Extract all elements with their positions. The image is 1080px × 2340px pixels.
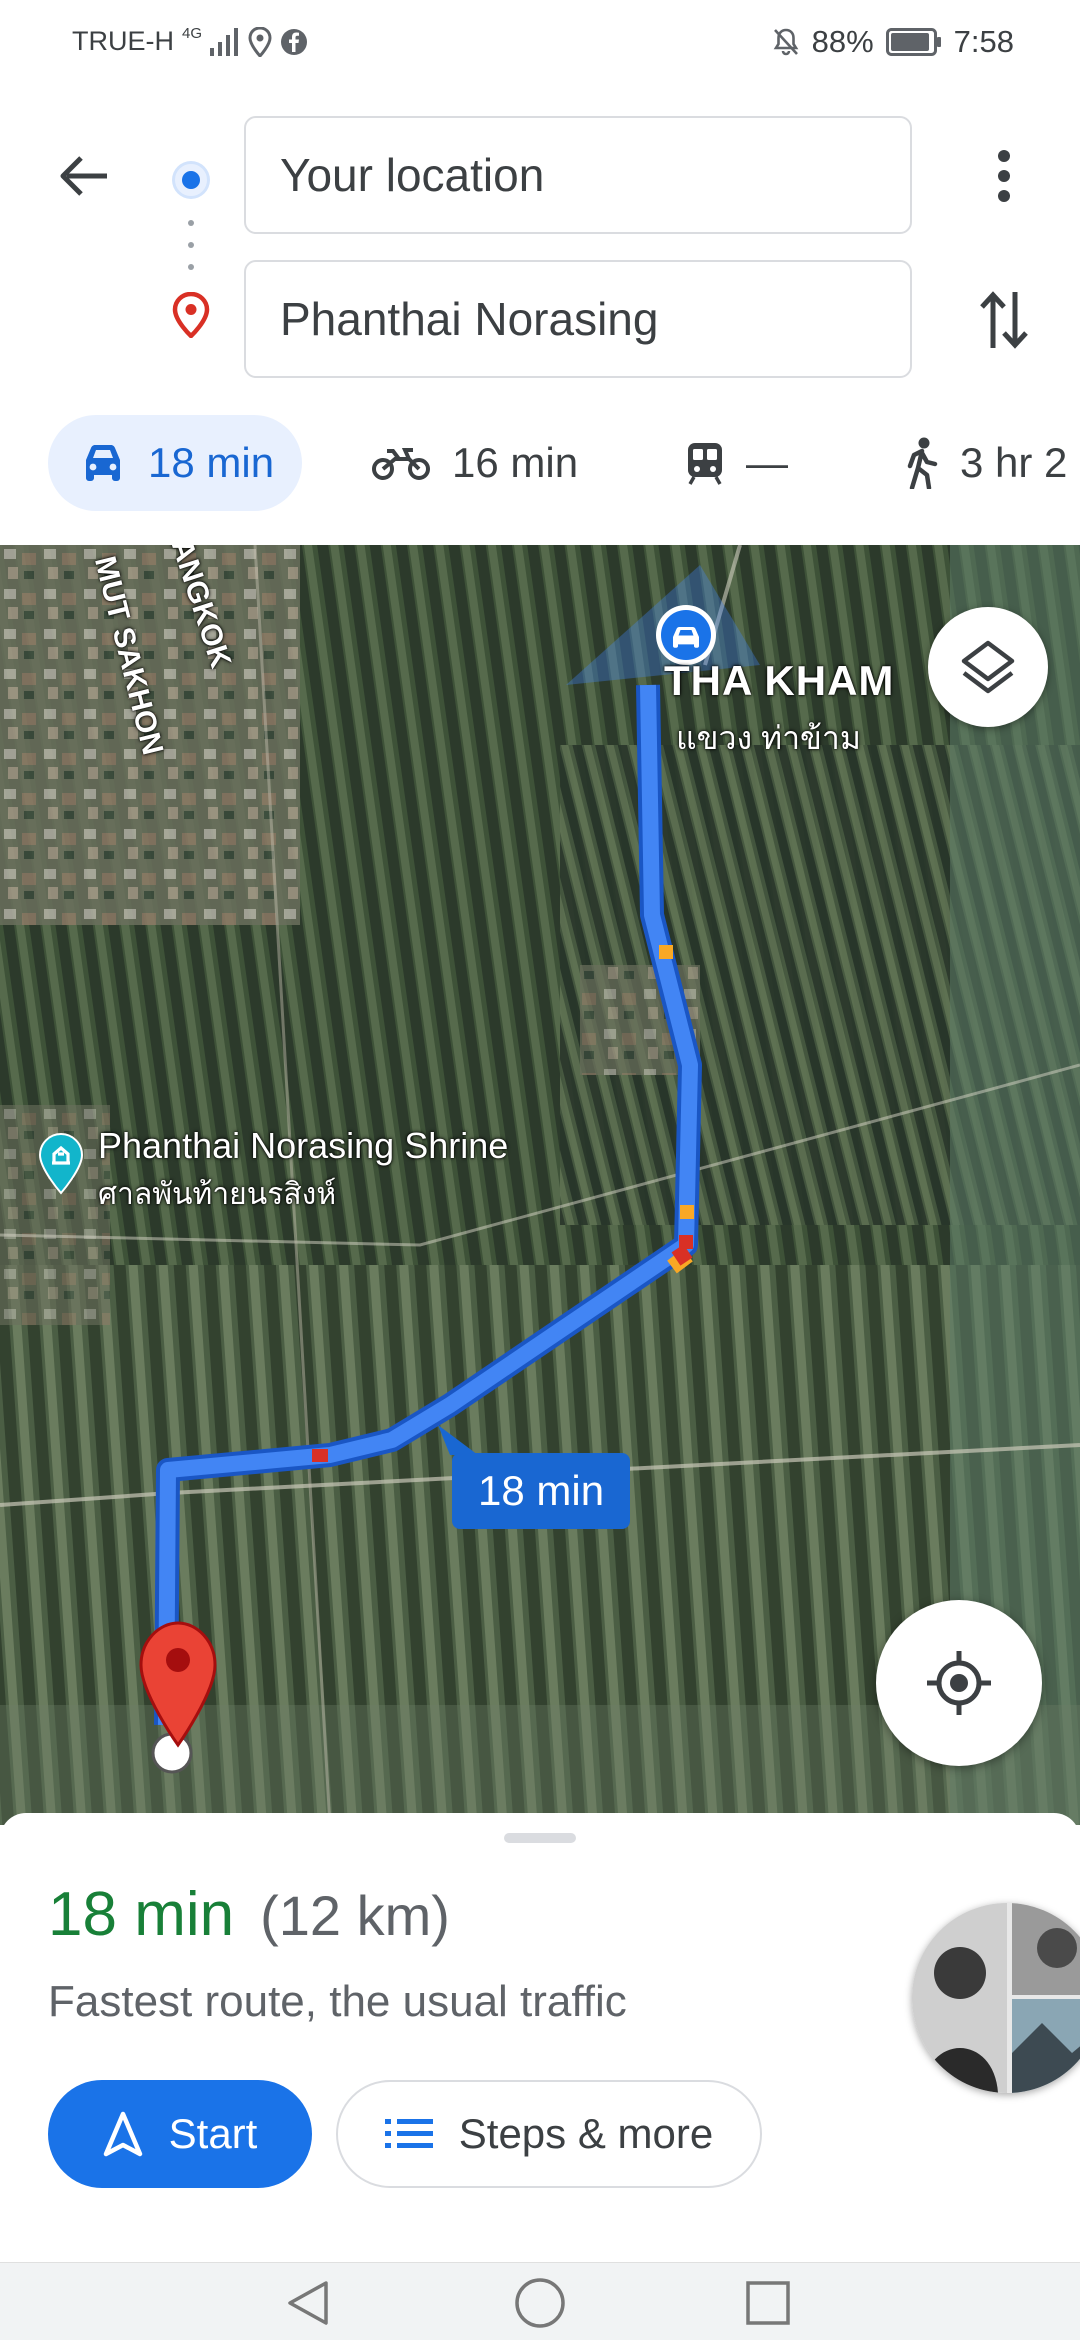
train-icon xyxy=(688,443,722,485)
nav-home-button[interactable] xyxy=(510,2275,570,2331)
drag-handle[interactable] xyxy=(504,1833,576,1843)
travel-modes: 18 min 16 min — 3 hr 2 xyxy=(0,415,1080,515)
steps-button-label: Steps & more xyxy=(458,2110,714,2157)
origin-field[interactable]: Your location xyxy=(244,116,912,234)
battery-percent: 88% xyxy=(811,24,874,59)
battery-icon xyxy=(885,28,941,56)
status-left: TRUE-H 4G xyxy=(72,25,308,57)
my-location-button[interactable] xyxy=(876,1600,1042,1766)
steps-and-more-button[interactable]: Steps & more xyxy=(336,2080,762,2188)
destination-field[interactable]: Phanthai Norasing xyxy=(244,260,912,378)
mode-transit[interactable]: — xyxy=(686,415,788,511)
square-recents-icon xyxy=(746,2281,790,2325)
start-button-label: Start xyxy=(168,2110,258,2157)
circle-home-icon xyxy=(515,2278,565,2328)
status-bar: TRUE-H 4G 88% 7:58 xyxy=(0,0,1080,90)
clock: 7:58 xyxy=(953,24,1014,59)
area-label: THA KHAM xyxy=(664,657,895,704)
motorcycle-icon xyxy=(372,448,430,480)
route-description: Fastest route, the usual traffic xyxy=(48,1977,627,2026)
status-right: 88% 7:58 xyxy=(772,24,1014,60)
triangle-back-icon xyxy=(288,2281,328,2325)
carrier-label: TRUE-H xyxy=(72,26,174,56)
swap-button[interactable] xyxy=(968,284,1040,356)
walk-icon xyxy=(907,437,938,489)
area-label-thai: แขวง ท่าข้าม xyxy=(676,720,861,756)
system-nav-bar xyxy=(0,2262,1080,2340)
navigation-arrow-icon xyxy=(103,2111,142,2157)
nav-back-button[interactable] xyxy=(278,2275,338,2331)
poi-label-thai: ศาลพันท้ายนรสิงห์ xyxy=(98,1178,337,1211)
trip-distance: (12 km) xyxy=(260,1884,450,1947)
mode-motorcycle-label: 16 min xyxy=(452,439,579,486)
more-options-button[interactable] xyxy=(968,140,1040,212)
back-button[interactable] xyxy=(48,140,120,212)
mode-walk[interactable]: 3 hr 2 xyxy=(904,415,1067,511)
mode-drive-label: 18 min xyxy=(148,439,275,486)
trip-duration: 18 min xyxy=(48,1880,235,1949)
list-icon xyxy=(384,2119,433,2148)
poi-label[interactable]: Phanthai Norasing Shrine xyxy=(98,1125,508,1167)
more-vert-icon xyxy=(998,150,1010,202)
mode-motorcycle[interactable]: 16 min xyxy=(372,415,578,511)
bell-off-icon xyxy=(773,28,798,56)
user-photo-icon xyxy=(912,1903,1080,2093)
layers-icon xyxy=(961,640,1015,694)
signal-icon xyxy=(210,27,239,56)
route-summary: 18 min (12 km) xyxy=(48,1879,450,1950)
facebook-icon xyxy=(281,28,308,55)
shrine-pin-icon[interactable] xyxy=(38,1133,84,1195)
mode-walk-label: 3 hr 2 xyxy=(960,439,1068,486)
origin-dot-icon xyxy=(175,164,207,196)
start-button[interactable]: Start xyxy=(48,2080,312,2188)
location-status-icon xyxy=(248,26,272,57)
photo-avatar[interactable] xyxy=(912,1903,1080,2093)
connector-dots xyxy=(188,220,194,270)
mode-drive[interactable]: 18 min xyxy=(48,415,302,511)
layers-button[interactable] xyxy=(928,607,1048,727)
crosshair-icon xyxy=(927,1651,991,1715)
map-view[interactable]: MUT SAKHON ANGKOK THA KHAM แขวง ท่าข้าม … xyxy=(0,545,1080,1825)
mode-transit-label: — xyxy=(746,439,788,486)
directions-header: Your location Phanthai Norasing 18 min 1… xyxy=(0,90,1080,545)
destination-pin-icon xyxy=(172,292,210,338)
car-icon xyxy=(86,445,120,481)
route-time-callout[interactable]: 18 min xyxy=(438,1425,631,1529)
swap-vert-icon xyxy=(980,291,1028,349)
nav-recents-button[interactable] xyxy=(738,2275,798,2331)
network-type: 4G xyxy=(182,25,203,42)
route-summary-sheet[interactable]: 18 min (12 km) Fastest route, the usual … xyxy=(0,1813,1080,2263)
route-time-label: 18 min xyxy=(452,1453,631,1529)
arrow-back-icon xyxy=(60,156,107,196)
